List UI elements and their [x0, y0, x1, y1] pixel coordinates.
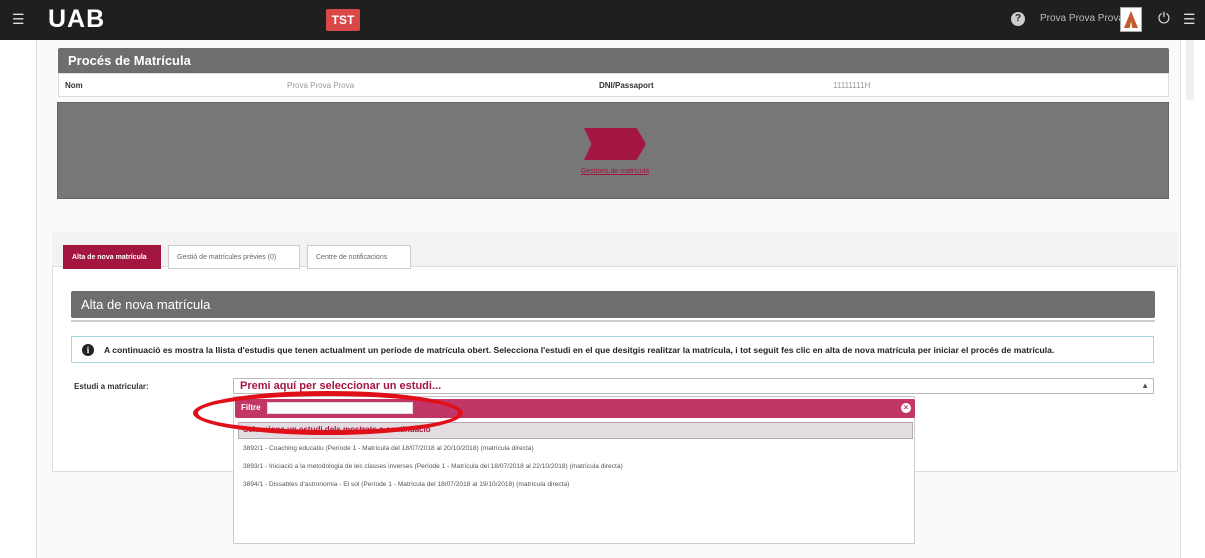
hamburger-menu-icon[interactable]: ☰	[12, 11, 25, 28]
logout-power-icon[interactable]: ⏻	[1158, 10, 1170, 27]
alta-section-title: Alta de nova matrícula	[71, 291, 1155, 318]
dni-label: DNI/Passaport	[599, 81, 654, 90]
close-icon[interactable]: ×	[901, 403, 911, 413]
settings-menu-icon[interactable]: ☰	[1183, 11, 1196, 28]
divider	[71, 320, 1155, 322]
help-icon[interactable]: ?	[1011, 12, 1025, 26]
info-icon: i	[82, 344, 94, 356]
select-arrow-icon[interactable]: ▲︎	[1141, 381, 1149, 390]
dropdown-option[interactable]: 3892/1 - Coaching educatiu (Període 1 - …	[243, 445, 534, 452]
nom-label: Nom	[65, 81, 83, 90]
top-bar: ☰ UAB TST ? Prova Prova Prova ▾ ⏻ ☰	[0, 0, 1205, 40]
proces-title: Procés de Matrícula	[58, 48, 1169, 73]
dropdown-option[interactable]: 3894/1 - Dissabtes d'astronomia - El sol…	[243, 481, 569, 488]
highlight-ellipse	[193, 391, 463, 435]
avatar[interactable]	[1120, 7, 1142, 32]
info-text: A continuació es mostra la llista d'estu…	[104, 345, 1055, 355]
nom-value: Prova Prova Prova	[287, 81, 355, 90]
tab-alta-nova-matricula[interactable]: Alta de nova matrícula	[63, 245, 161, 269]
scrollbar[interactable]	[1186, 40, 1194, 100]
tab-centre-notificacions[interactable]: Centre de notificacions	[307, 245, 411, 269]
step-arrow-icon[interactable]	[584, 128, 646, 160]
process-steps-panel: Gestions de matrícula	[57, 102, 1169, 199]
info-alert: i A continuació es mostra la llista d'es…	[71, 336, 1154, 363]
environment-badge: TST	[326, 9, 360, 31]
student-info-row: Nom Prova Prova Prova DNI/Passaport 1111…	[58, 73, 1169, 97]
tab-gestio-matricules-previes[interactable]: Gestió de matrícules prèvies (0)	[168, 245, 300, 269]
dni-value: 11111111H	[833, 81, 871, 90]
dropdown-option[interactable]: 3893/1 - Iniciació a la metodologia de l…	[243, 463, 623, 470]
uab-logo[interactable]: UAB	[48, 5, 105, 34]
estudi-label: Estudi a matricular:	[74, 382, 149, 391]
user-menu[interactable]: Prova Prova Prova ▾	[1040, 13, 1132, 24]
step-gestions-link[interactable]: Gestions de matrícula	[578, 167, 652, 176]
